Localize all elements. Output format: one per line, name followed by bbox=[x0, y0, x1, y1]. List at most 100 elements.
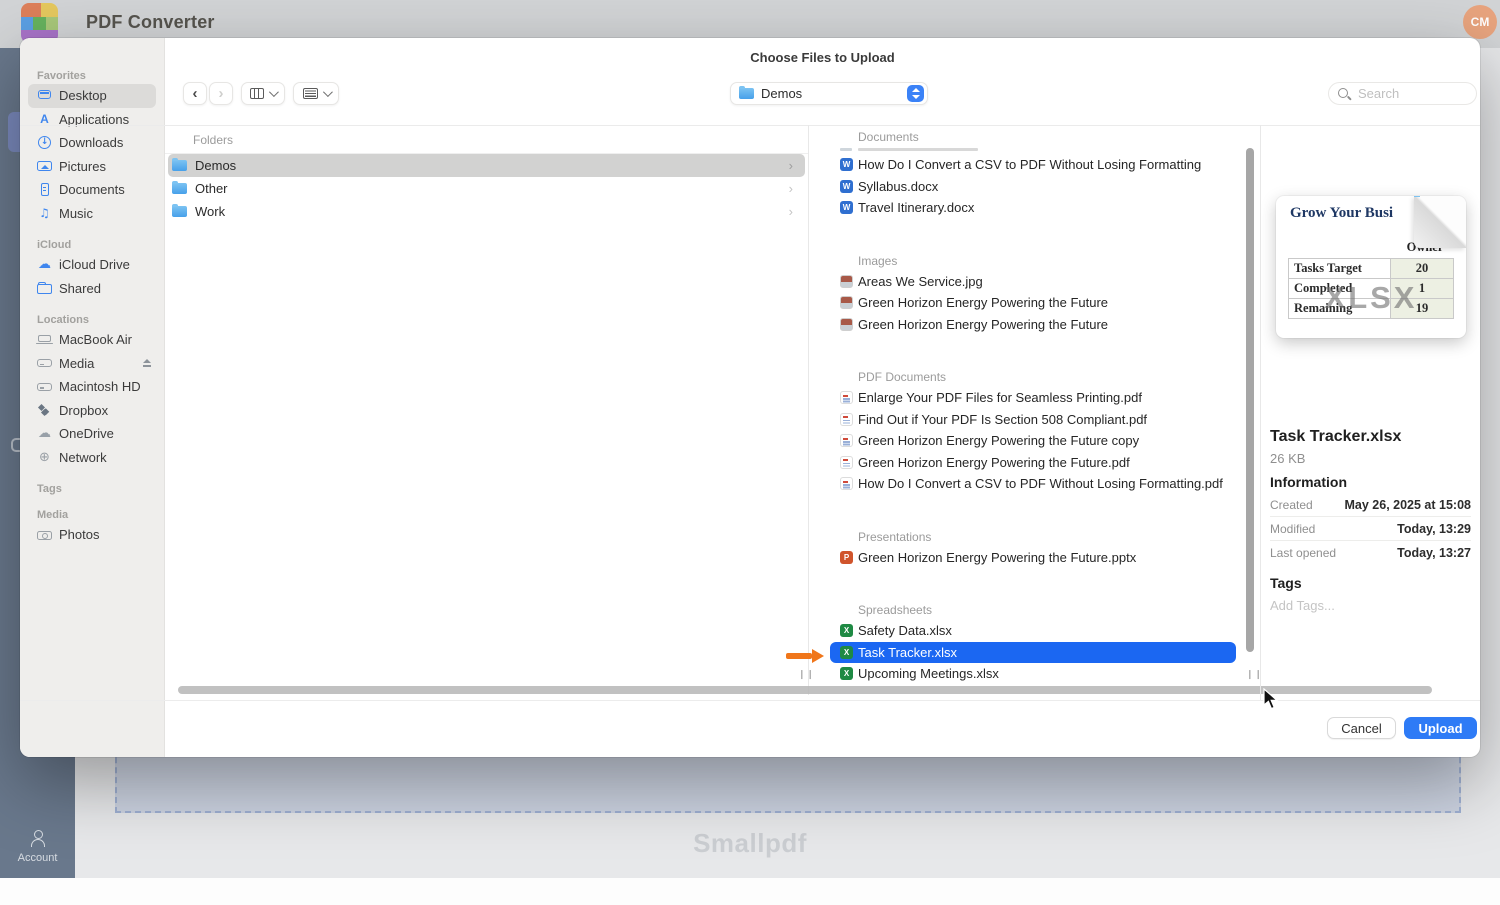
file-row[interactable]: PGreen Horizon Energy Powering the Futur… bbox=[812, 547, 1244, 569]
folder-row-other[interactable]: Other› bbox=[168, 177, 805, 200]
file-row[interactable]: Green Horizon Energy Powering the Future bbox=[812, 292, 1244, 314]
preview-file-size: 26 KB bbox=[1270, 451, 1305, 466]
sidebar-item-media[interactable]: Media bbox=[28, 352, 156, 376]
brand-watermark: Smallpdf bbox=[0, 828, 1500, 859]
forward-button[interactable]: › bbox=[209, 82, 233, 105]
column-resize-handle[interactable]: ❙❙ bbox=[798, 669, 815, 680]
sidebar-section-favorites: Favorites bbox=[37, 70, 164, 82]
sidebar-item-network[interactable]: Network bbox=[28, 446, 156, 470]
information-rows: CreatedMay 26, 2025 at 15:08 ModifiedTod… bbox=[1270, 493, 1471, 564]
sidebar-item-icloud-drive[interactable]: iCloud Drive bbox=[28, 253, 156, 277]
files-column: Documents WHow Do I Convert a CSV to PDF… bbox=[812, 125, 1244, 695]
upload-button[interactable]: Upload bbox=[1404, 717, 1477, 739]
preview-file-name: Task Tracker.xlsx bbox=[1270, 428, 1401, 446]
chevron-right-icon: › bbox=[789, 181, 793, 196]
chevron-right-icon: › bbox=[789, 204, 793, 219]
folder-row-work[interactable]: Work› bbox=[168, 200, 805, 223]
file-row[interactable]: Areas We Service.jpg bbox=[812, 271, 1244, 293]
chevron-down-icon bbox=[322, 87, 332, 97]
file-row[interactable]: Green Horizon Energy Powering the Future… bbox=[812, 452, 1244, 474]
image-file-icon bbox=[840, 296, 853, 309]
location-dropdown-value: Demos bbox=[761, 86, 907, 101]
group-view-button[interactable] bbox=[293, 82, 339, 105]
image-file-icon bbox=[840, 318, 853, 331]
word-file-icon: W bbox=[840, 201, 853, 214]
pdf-file-icon bbox=[840, 434, 853, 447]
documents-icon bbox=[37, 182, 52, 197]
folder-row-demos[interactable]: Demos› bbox=[168, 154, 805, 177]
column-view-button[interactable] bbox=[241, 82, 285, 105]
section-header: Documents bbox=[858, 127, 1244, 147]
sidebar-item-documents[interactable]: Documents bbox=[28, 178, 156, 202]
column-divider[interactable] bbox=[808, 125, 809, 695]
dropbox-icon bbox=[37, 403, 52, 418]
sidebar-item-shared[interactable]: Shared bbox=[28, 277, 156, 301]
sidebar-item-applications[interactable]: Applications bbox=[28, 108, 156, 132]
desktop-icon bbox=[37, 88, 52, 103]
search-field[interactable] bbox=[1328, 82, 1477, 105]
folders-column: Folders Demos› Other› Work› bbox=[165, 125, 808, 683]
vertical-scrollbar[interactable] bbox=[1246, 148, 1254, 652]
pdf-file-icon bbox=[840, 391, 853, 404]
excel-file-icon: X bbox=[840, 646, 853, 659]
file-row[interactable]: XSafety Data.xlsx bbox=[812, 620, 1244, 642]
preview-pane: Grow Your Busi Owner Tasks Target20 Comp… bbox=[1260, 125, 1480, 700]
music-icon bbox=[37, 206, 52, 221]
folder-icon bbox=[172, 183, 187, 194]
cancel-button[interactable]: Cancel bbox=[1327, 717, 1396, 739]
sidebar-item-onedrive[interactable]: OneDrive bbox=[28, 422, 156, 446]
excel-file-icon: X bbox=[840, 667, 853, 680]
sidebar-item-photos[interactable]: Photos bbox=[28, 523, 156, 547]
sidebar-item-pictures[interactable]: Pictures bbox=[28, 155, 156, 179]
horizontal-scrollbar[interactable] bbox=[178, 686, 1432, 694]
file-row[interactable]: WHow Do I Convert a CSV to PDF Without L… bbox=[812, 154, 1244, 176]
external-disk-icon bbox=[37, 356, 52, 371]
search-icon bbox=[1337, 87, 1351, 101]
sidebar-section-media: Media bbox=[37, 509, 164, 521]
location-dropdown[interactable]: Demos bbox=[730, 82, 928, 105]
sidebar-section-tags: Tags bbox=[37, 483, 164, 495]
sidebar-item-desktop[interactable]: Desktop bbox=[28, 84, 156, 108]
section-header: Presentations bbox=[858, 527, 1244, 547]
info-row-modified: ModifiedToday, 13:29 bbox=[1270, 517, 1471, 541]
file-row[interactable]: How Do I Convert a CSV to PDF Without Lo… bbox=[812, 473, 1244, 495]
downloads-icon bbox=[37, 135, 52, 150]
information-title: Information bbox=[1270, 474, 1347, 490]
eject-icon[interactable] bbox=[142, 358, 152, 368]
thumbnail-doc-title: Grow Your Busi bbox=[1290, 205, 1418, 222]
mouse-cursor bbox=[1263, 688, 1279, 710]
pdf-file-icon bbox=[840, 413, 853, 426]
file-row[interactable]: WTravel Itinerary.docx bbox=[812, 197, 1244, 219]
info-row-last-opened: Last openedToday, 13:27 bbox=[1270, 541, 1471, 564]
pdf-file-icon bbox=[840, 456, 853, 469]
file-section-presentations: Presentations PGreen Horizon Energy Powe… bbox=[812, 527, 1244, 569]
xlsx-watermark: XLSX bbox=[1276, 280, 1466, 316]
file-row-selected[interactable]: XTask Tracker.xlsx bbox=[812, 642, 1244, 664]
laptop-icon bbox=[37, 332, 52, 347]
file-section-documents: Documents WHow Do I Convert a CSV to PDF… bbox=[812, 127, 1244, 219]
file-row[interactable]: Green Horizon Energy Powering the Future bbox=[812, 314, 1244, 336]
sidebar-item-macbook-air[interactable]: MacBook Air bbox=[28, 328, 156, 352]
powerpoint-file-icon: P bbox=[840, 551, 853, 564]
sidebar-item-macintosh-hd[interactable]: Macintosh HD bbox=[28, 375, 156, 399]
file-row[interactable]: Find Out if Your PDF Is Section 508 Comp… bbox=[812, 409, 1244, 431]
sidebar-item-downloads[interactable]: Downloads bbox=[28, 131, 156, 155]
file-row[interactable]: Enlarge Your PDF Files for Seamless Prin… bbox=[812, 387, 1244, 409]
tags-title: Tags bbox=[1270, 575, 1302, 591]
add-tags-field[interactable]: Add Tags... bbox=[1270, 598, 1335, 613]
folders-header: Folders bbox=[193, 133, 808, 147]
page-fold-corner bbox=[1414, 196, 1466, 248]
sidebar-item-music[interactable]: Music bbox=[28, 202, 156, 226]
clipped-file-row bbox=[812, 147, 1244, 154]
section-header: Spreadsheets bbox=[858, 600, 1244, 620]
file-row[interactable]: WSyllabus.docx bbox=[812, 176, 1244, 198]
finder-sidebar: Favorites Desktop Applications Downloads… bbox=[20, 38, 165, 757]
file-row[interactable]: Green Horizon Energy Powering the Future… bbox=[812, 430, 1244, 452]
sidebar-item-dropbox[interactable]: Dropbox bbox=[28, 399, 156, 423]
search-input[interactable] bbox=[1356, 85, 1468, 102]
file-row[interactable]: XUpcoming Meetings.xlsx bbox=[812, 663, 1244, 685]
back-button[interactable]: ‹ bbox=[183, 82, 207, 105]
chevron-down-icon bbox=[269, 87, 279, 97]
chevron-right-icon: › bbox=[789, 158, 793, 173]
user-avatar[interactable]: CM bbox=[1463, 5, 1497, 39]
